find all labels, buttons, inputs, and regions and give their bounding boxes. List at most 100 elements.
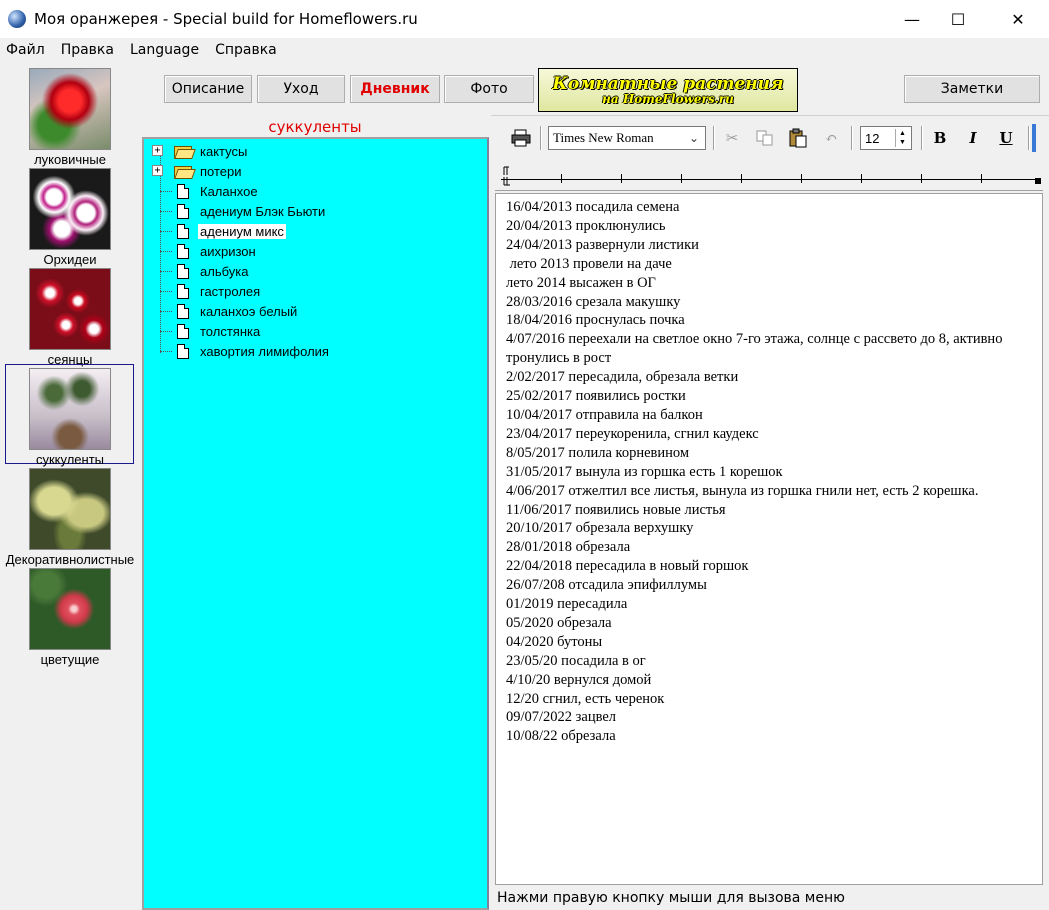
diary-line: 20/04/2013 проклюнулись [506, 217, 666, 234]
menu-file[interactable]: Файл [0, 42, 53, 58]
tree-item[interactable]: толстянка [160, 321, 261, 341]
italic-button[interactable]: I [961, 126, 985, 150]
category-decorative-leaf[interactable]: Декоративнолистные [0, 464, 140, 567]
diary-line: лето 2013 провели на даче [506, 255, 672, 272]
tree-item[interactable]: адениум Блэк Бьюти [160, 201, 325, 221]
font-family-select[interactable]: Times New Roman ⌄ [548, 126, 706, 150]
diary-line: 11/06/2017 появились новые листья [506, 501, 726, 518]
tab-description[interactable]: Описание [164, 75, 252, 103]
tree-node-label: хавортия лимифолия [200, 343, 329, 359]
toolbar-grip [1032, 124, 1036, 152]
document-icon [177, 243, 189, 259]
expand-icon[interactable]: + [152, 145, 163, 156]
category-succulents[interactable]: суккуленты [0, 364, 140, 467]
diary-line: 25/02/2017 появились ростки [506, 388, 686, 405]
diary-line: 4/07/2016 переехали на светлое окно 7-го… [506, 331, 1007, 367]
menu-edit[interactable]: Правка [53, 42, 122, 58]
document-icon [177, 223, 189, 239]
underline-button[interactable]: U [994, 126, 1018, 150]
category-orchids[interactable]: Орхидеи [0, 164, 140, 267]
homeflowers-logo[interactable]: Комнатные растения на HomeFlowers.ru [538, 68, 798, 112]
document-icon [177, 263, 189, 279]
tree-folder-cacti[interactable]: + кактусы [152, 141, 248, 161]
diary-line: 10/08/22 обрезала [506, 728, 616, 745]
expand-icon[interactable]: + [152, 165, 163, 176]
diary-line: лето 2014 высажен в ОГ [506, 274, 656, 291]
diary-line: 28/03/2016 срезала макушку [506, 293, 681, 310]
category-flowering[interactable]: цветущие [0, 564, 140, 667]
leafy-plant-photo [29, 468, 111, 550]
tab-photo[interactable]: Фото [444, 75, 534, 103]
document-icon [177, 203, 189, 219]
diary-line: 22/04/2018 пересадила в новый горшок [506, 558, 749, 575]
diary-line: 20/10/2017 обрезала верхушку [506, 520, 694, 537]
diary-line: 31/05/2017 вынула из горшка есть 1 кореш… [506, 463, 783, 480]
undo-icon[interactable]: ↶ [819, 126, 843, 150]
open-folder-icon [174, 144, 192, 159]
jade-plant-photo [29, 368, 111, 450]
diary-text-area[interactable]: 16/04/2013 посадила семена 20/04/2013 про… [495, 193, 1043, 885]
tree-node-label: потери [200, 163, 242, 179]
diary-line: 4/10/20 вернулся домой [506, 671, 652, 688]
tab-care[interactable]: Уход [257, 75, 345, 103]
diary-line: 18/04/2016 проснулась почка [506, 312, 685, 329]
diary-line: 05/2020 обрезала [506, 614, 612, 631]
font-family-value: Times New Roman [553, 130, 654, 145]
tree-item[interactable]: альбука [160, 261, 249, 281]
diary-line: 24/04/2013 развернули листики [506, 236, 699, 253]
font-size-input[interactable]: 12 ▲ ▼ [860, 126, 912, 150]
tree-folder-losses[interactable]: + потери [152, 161, 242, 181]
diary-line: 01/2019 пересадила [506, 596, 628, 613]
tree-item[interactable]: хавортия лимифолия [160, 341, 329, 361]
app-globe-icon [8, 10, 26, 28]
print-icon[interactable] [509, 126, 533, 150]
chevron-down-icon: ⌄ [688, 131, 699, 145]
tree-item-selected[interactable]: адениум микс [160, 221, 286, 241]
tree-node-label: каланхоэ белый [200, 303, 298, 319]
close-button[interactable]: ✕ [995, 0, 1041, 38]
tab-toolbar: Описание Уход Дневник Фото Комнатные рас… [142, 66, 1049, 116]
tree-node-label: адениум микс [198, 223, 286, 239]
document-icon [177, 303, 189, 319]
tree-item[interactable]: гастролея [160, 281, 260, 301]
category-label: цветущие [40, 652, 100, 667]
indent-marker-icon[interactable] [503, 165, 511, 187]
paste-icon[interactable] [786, 126, 810, 150]
diary-line: 23/05/20 посадила в ог [506, 652, 646, 669]
tree-item[interactable]: Каланхое [160, 181, 258, 201]
open-folder-icon [174, 164, 192, 179]
tree-node-label: толстянка [200, 323, 261, 339]
category-seedlings[interactable]: сеянцы [0, 264, 140, 367]
menu-help[interactable]: Справка [207, 42, 285, 58]
status-bar: Нажми правую кнопку мыши для вызова меню [497, 890, 845, 906]
document-icon [177, 323, 189, 339]
diary-line: 10/04/2017 отправила на балкон [506, 406, 703, 423]
category-bulbous[interactable]: луковичные [0, 64, 140, 167]
tree-node-label: альбука [200, 263, 249, 279]
window-title: Моя оранжерея - Special build for Homefl… [34, 10, 418, 28]
tree-node-label: кактусы [200, 143, 248, 159]
tree-item[interactable]: каланхоэ белый [160, 301, 298, 321]
diary-line: 26/07/208 отсадила эпифиллумы [506, 577, 707, 594]
tree-node-label: аихризон [200, 243, 256, 259]
size-stepper[interactable]: ▲ ▼ [895, 129, 909, 147]
minimize-button[interactable]: — [889, 0, 935, 38]
format-toolbar: Times New Roman ⌄ ✂ ↶ 12 ▲ ▼ B I U [491, 115, 1049, 159]
right-margin-marker-icon[interactable] [1035, 178, 1041, 184]
diary-line: 8/05/2017 полила корневином [506, 444, 690, 461]
document-icon [177, 183, 189, 199]
tab-diary[interactable]: Дневник [350, 75, 440, 103]
copy-icon[interactable] [753, 126, 777, 150]
notes-button[interactable]: Заметки [904, 75, 1040, 103]
tree-item[interactable]: аихризон [160, 241, 256, 261]
bold-button[interactable]: B [928, 126, 952, 150]
ruler[interactable] [495, 161, 1043, 191]
tree-title: суккуленты [268, 118, 362, 136]
red-primrose-photo [29, 268, 111, 350]
maximize-button[interactable]: ☐ [935, 0, 981, 38]
menu-language[interactable]: Language [122, 42, 207, 58]
red-amaryllis-photo [29, 68, 111, 150]
plant-tree[interactable]: + кактусы + потери Каланхое адениум Блэк… [142, 137, 489, 910]
menu-bar: Файл Правка Language Справка [0, 38, 1049, 62]
cut-icon[interactable]: ✂ [720, 126, 744, 150]
